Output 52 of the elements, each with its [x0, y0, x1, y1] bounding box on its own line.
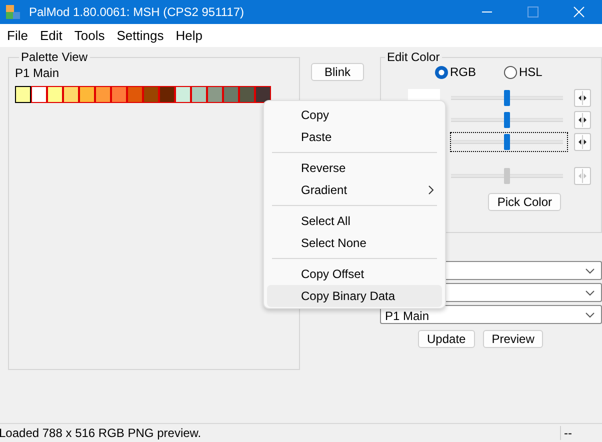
dialog-button[interactable]: Update	[418, 330, 475, 348]
context-menu-item[interactable]: Paste	[267, 126, 442, 148]
menu-item[interactable]: Settings	[110, 28, 170, 43]
group-title: Edit Color	[386, 50, 441, 64]
radio-label: RGB	[450, 65, 476, 79]
menu-item[interactable]: Help	[170, 28, 208, 43]
radio-button[interactable]	[504, 66, 518, 78]
slider[interactable]	[451, 134, 563, 150]
group-title: Palette View	[20, 50, 88, 64]
color-swatch[interactable]	[255, 86, 271, 103]
color-swatch[interactable]	[191, 86, 207, 103]
chevron-down-icon	[585, 268, 595, 274]
color-swatch[interactable]	[95, 86, 111, 103]
menu-item[interactable]: File	[1, 28, 34, 43]
menu-item[interactable]: Tools	[68, 28, 111, 43]
blink-button[interactable]: Blink	[311, 63, 364, 81]
radio-label: HSL	[519, 65, 542, 79]
dropdown[interactable]: P1 Main	[380, 305, 602, 324]
spin-arrows-icon[interactable]	[574, 133, 591, 151]
context-menu-item[interactable]: Select None	[267, 232, 442, 254]
color-swatch[interactable]	[79, 86, 95, 103]
context-menu-item[interactable]: Reverse	[267, 157, 442, 179]
color-swatch[interactable]	[15, 86, 31, 103]
spin-arrows-icon[interactable]	[574, 111, 591, 129]
color-swatch[interactable]	[159, 86, 175, 103]
chevron-down-icon	[585, 290, 595, 296]
color-swatch[interactable]	[31, 86, 47, 103]
status-message: Loaded 788 x 516 RGB PNG preview.	[0, 426, 202, 440]
color-swatch[interactable]	[239, 86, 255, 103]
color-swatch[interactable]	[47, 86, 63, 103]
color-swatch[interactable]	[111, 86, 127, 103]
context-menu-item[interactable]: Copy Binary Data	[267, 285, 442, 307]
status-pane: --	[560, 426, 602, 440]
color-swatch[interactable]	[207, 86, 223, 103]
color-swatch[interactable]	[143, 86, 159, 103]
app-icon	[5, 4, 21, 20]
window-title: PalMod 1.80.0061: MSH (CPS2 951117)	[29, 5, 246, 19]
palette-name: P1 Main	[15, 66, 60, 80]
context-menu-item[interactable]: Select All	[267, 210, 442, 232]
color-swatch[interactable]	[223, 86, 239, 103]
menu-item[interactable]: Edit	[34, 28, 68, 43]
context-menu-item[interactable]: Gradient	[267, 179, 442, 201]
radio-button[interactable]	[435, 66, 448, 78]
dialog-button[interactable]: Preview	[482, 330, 544, 348]
color-swatch[interactable]	[127, 86, 143, 103]
color-swatch[interactable]	[63, 86, 79, 103]
spin-arrows-icon[interactable]	[574, 89, 591, 107]
chevron-down-icon	[585, 312, 595, 318]
pick-color-button[interactable]: Pick Color	[488, 193, 561, 211]
context-menu-item[interactable]: Copy	[267, 104, 442, 126]
context-menu-item[interactable]: Copy Offset	[267, 263, 442, 285]
color-swatch[interactable]	[175, 86, 191, 103]
